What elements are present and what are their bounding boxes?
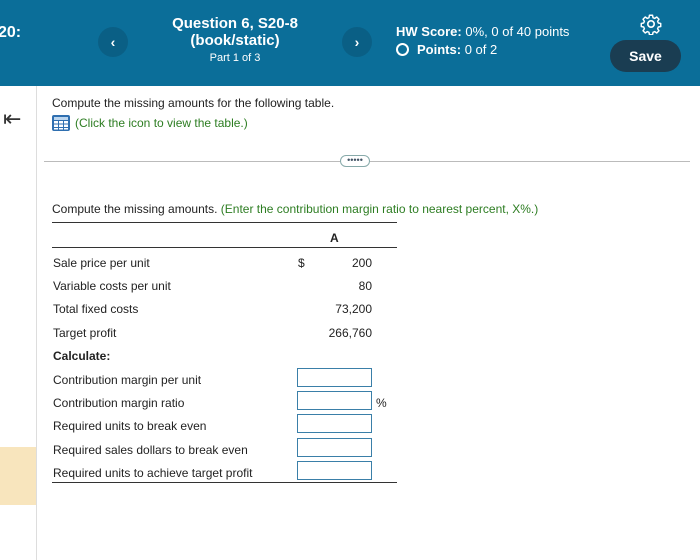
row-label-target-profit: Target profit <box>53 326 117 340</box>
row-label-variable-costs: Variable costs per unit <box>53 279 171 293</box>
row-label-sale-price: Sale price per unit <box>53 256 150 270</box>
table-bottom-rule <box>52 482 397 483</box>
prompt-hint: (Enter the contribution margin ratio to … <box>220 202 539 216</box>
calculate-heading: Calculate: <box>53 349 111 363</box>
column-header-a: A <box>330 231 339 245</box>
previous-question-button[interactable]: ‹ <box>98 27 128 57</box>
target-profit-units-input[interactable] <box>297 461 372 480</box>
next-question-button[interactable]: › <box>342 27 372 57</box>
question-title-line2: (book/static) <box>190 32 280 49</box>
points-label: Points: <box>417 42 462 57</box>
instruction-text: Compute the missing amounts for the foll… <box>52 96 335 110</box>
rail-highlight <box>0 447 36 505</box>
points-status: Points: 0 of 2 <box>396 42 497 57</box>
view-table-link[interactable]: (Click the icon to view the table.) <box>52 115 248 131</box>
question-prompt: Compute the missing amounts. (Enter the … <box>52 202 538 216</box>
question-header: 20: ‹ Question 6, S20-8 (book/static) Pa… <box>0 0 700 86</box>
row-label-target-profit-units: Required units to achieve target profit <box>53 466 253 480</box>
chevron-right-icon: › <box>354 34 360 50</box>
value-fixed-costs: 73,200 <box>335 302 372 316</box>
expand-more-button[interactable]: ••••• <box>340 155 370 167</box>
points-value: 0 of 2 <box>464 42 498 57</box>
chevron-left-icon: ‹ <box>110 34 116 50</box>
row-label-break-even-units: Required units to break even <box>53 419 207 433</box>
collapse-left-icon[interactable]: ⇤ <box>3 106 21 132</box>
gear-icon[interactable] <box>640 13 662 35</box>
hw-score-value: 0%, 0 of 40 points <box>465 24 570 39</box>
currency-symbol: $ <box>298 256 305 270</box>
row-label-fixed-costs: Total fixed costs <box>53 302 139 316</box>
row-label-cm-per-unit: Contribution margin per unit <box>53 373 202 387</box>
table-top-rule <box>52 222 397 223</box>
question-number-fragment: 20: <box>0 24 22 41</box>
cm-ratio-input[interactable] <box>297 391 372 410</box>
part-indicator: Part 1 of 3 <box>209 52 261 64</box>
hw-score: HW Score: 0%, 0 of 40 points <box>396 24 569 39</box>
value-target-profit: 266,760 <box>328 326 372 340</box>
row-label-cm-ratio: Contribution margin ratio <box>53 396 185 410</box>
value-sale-price: 200 <box>351 256 372 270</box>
points-circle-icon <box>396 43 409 56</box>
question-title-line1: Question 6, S20-8 <box>172 15 298 32</box>
table-header-rule <box>52 247 397 248</box>
prompt-text: Compute the missing amounts. <box>52 202 218 216</box>
row-label-break-even-sales: Required sales dollars to break even <box>53 443 248 457</box>
cm-per-unit-input[interactable] <box>297 368 372 387</box>
break-even-sales-input[interactable] <box>297 438 372 457</box>
percent-suffix: % <box>376 396 387 410</box>
value-variable-costs: 80 <box>358 279 372 293</box>
break-even-units-input[interactable] <box>297 414 372 433</box>
view-table-link-text[interactable]: (Click the icon to view the table.) <box>75 116 248 130</box>
table-icon[interactable] <box>52 115 70 131</box>
save-button[interactable]: Save <box>610 40 681 72</box>
hw-score-label: HW Score: <box>396 24 462 39</box>
question-title: Question 6, S20-8 (book/static) Part 1 o… <box>140 15 330 66</box>
